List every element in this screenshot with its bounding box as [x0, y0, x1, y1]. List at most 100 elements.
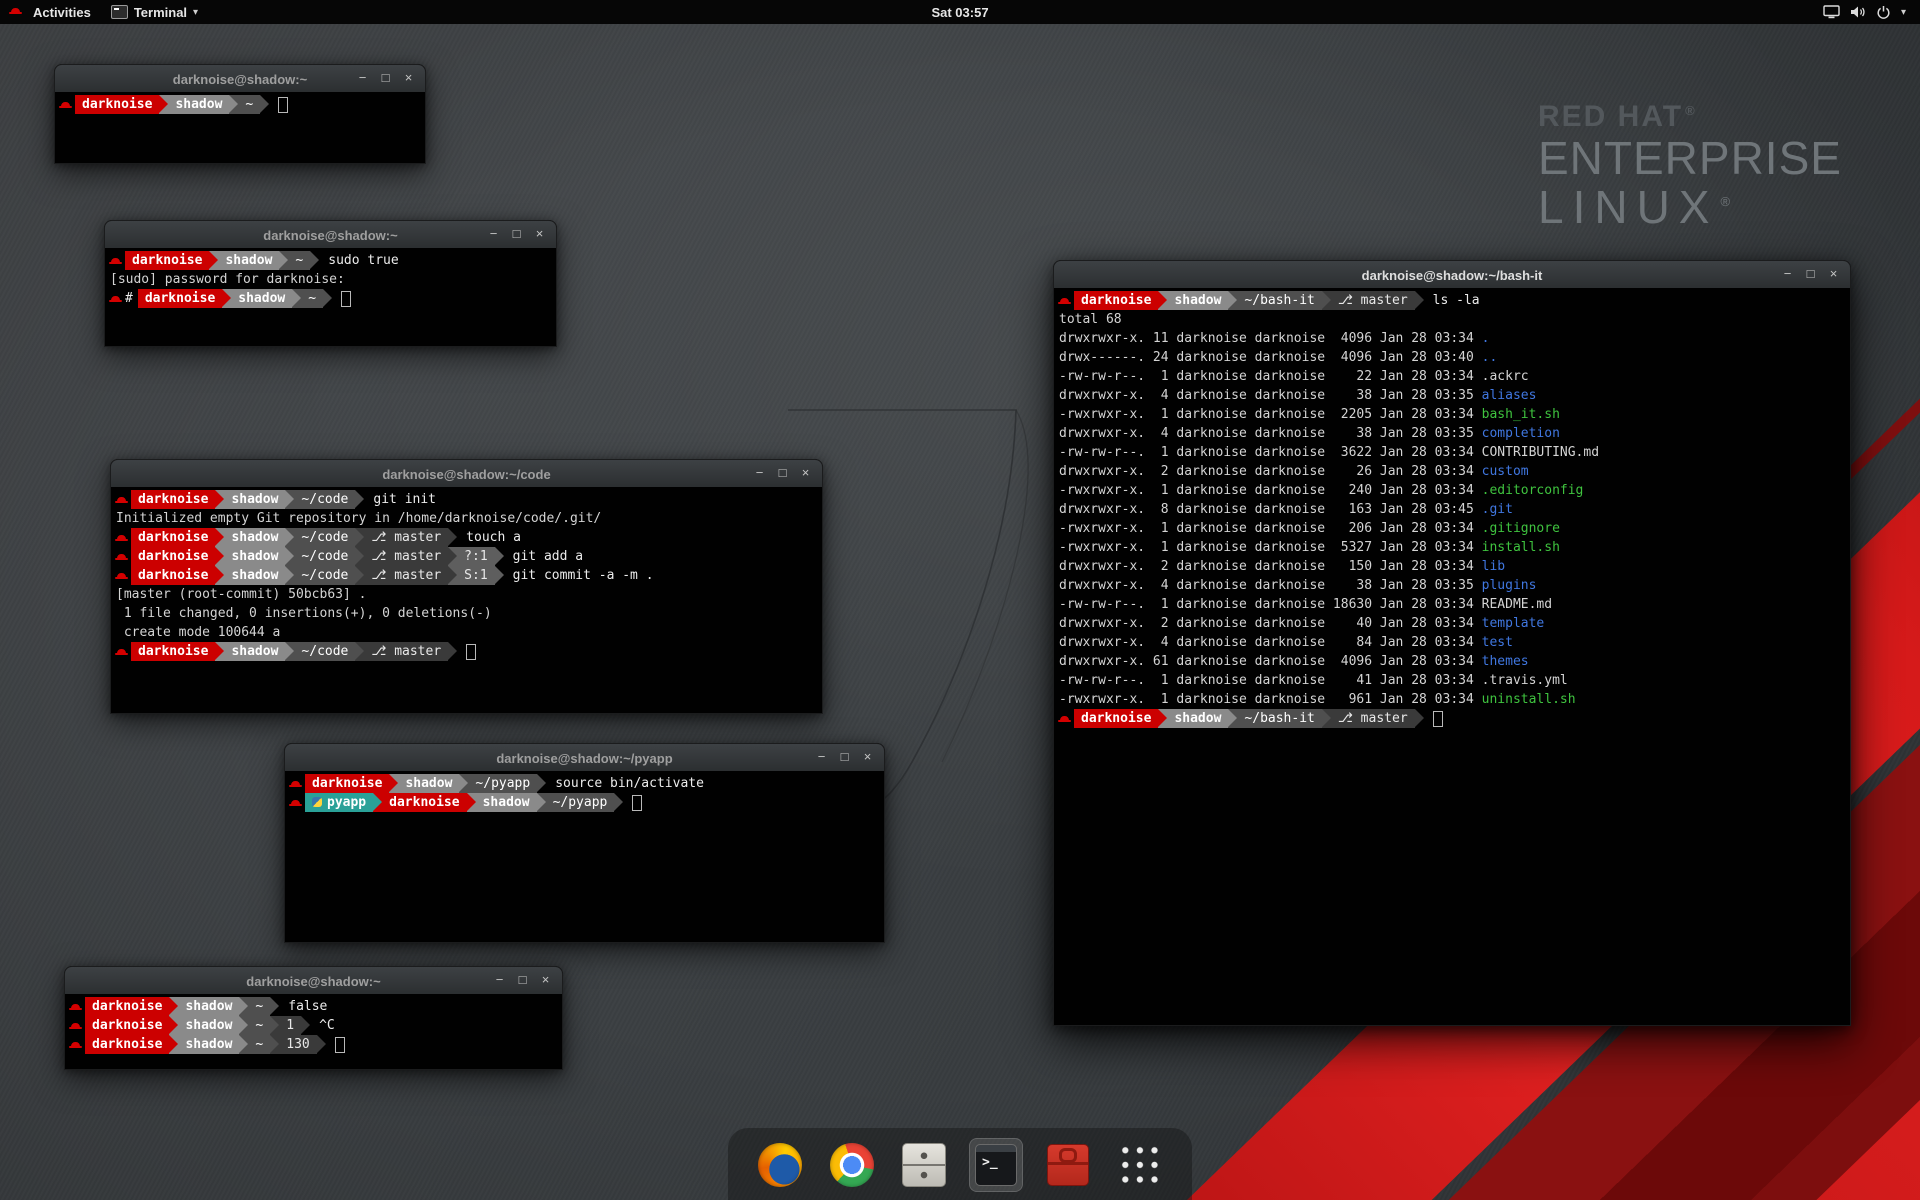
executable-name: uninstall.sh	[1482, 692, 1576, 707]
terminal-content[interactable]: darknoiseshadow~sudo true[sudo] password…	[104, 248, 557, 347]
terminal-content[interactable]: darknoiseshadow~/codegit initInitialized…	[110, 487, 823, 714]
terminal-content[interactable]: darknoiseshadow~/bash-it⎇ masterls -lato…	[1053, 288, 1851, 1026]
firefox-launcher[interactable]	[754, 1139, 806, 1191]
terminal-output-line: -rw-rw-r--. 1 darknoise darknoise 22 Jan…	[1059, 367, 1845, 386]
redhat-prompt-icon	[290, 774, 305, 793]
output-text: drwxrwxr-x. 4 darknoise darknoise 84 Jan…	[1059, 635, 1482, 650]
window-title: darknoise@shadow:~	[173, 72, 307, 87]
maximize-button[interactable]: □	[512, 970, 533, 991]
terminal-prompt-line: darknoiseshadow~/code⎇ master	[116, 642, 817, 661]
close-button[interactable]: ×	[1823, 264, 1844, 285]
minimize-button[interactable]: −	[811, 747, 832, 768]
minimize-button[interactable]: −	[1777, 264, 1798, 285]
system-status-area[interactable]: ▾	[1809, 0, 1920, 24]
prompt-segment-host: shadow	[398, 774, 459, 793]
minimize-button[interactable]: −	[483, 224, 504, 245]
prompt-segment-host: shadow	[1167, 709, 1228, 728]
close-button[interactable]: ×	[398, 68, 419, 89]
toolbox-launcher[interactable]	[1042, 1139, 1094, 1191]
prompt-segment-user: darknoise	[131, 566, 215, 585]
output-text: -rwxrwxr-x. 1 darknoise darknoise 240 Ja…	[1059, 483, 1482, 498]
directory-name: lib	[1482, 559, 1505, 574]
terminal-window: darknoise@shadow:~−□×darknoiseshadow~sud…	[104, 220, 557, 347]
maximize-button[interactable]: □	[375, 68, 396, 89]
dock: >_	[728, 1128, 1192, 1200]
powerline-arrow	[1228, 709, 1237, 728]
terminal-output-line: [sudo] password for darknoise:	[110, 270, 551, 289]
close-button[interactable]: ×	[535, 970, 556, 991]
terminal-content[interactable]: darknoiseshadow~	[54, 92, 426, 164]
output-text: -rwxrwxr-x. 1 darknoise darknoise 961 Ja…	[1059, 692, 1482, 707]
clock[interactable]: Sat 03:57	[931, 5, 988, 20]
volume-icon	[1850, 5, 1866, 19]
command-text: ^C	[319, 1018, 335, 1033]
prompt-segment-path: ~/code	[294, 490, 355, 509]
prompt-segment-branch: ⎇ master	[364, 547, 448, 566]
app-menu-terminal[interactable]: Terminal ▾	[101, 0, 208, 24]
maximize-button[interactable]: □	[834, 747, 855, 768]
terminal-launcher[interactable]: >_	[970, 1139, 1022, 1191]
prompt-segment-path: ~	[301, 289, 323, 308]
terminal-output-line: -rwxrwxr-x. 1 darknoise darknoise 206 Ja…	[1059, 519, 1845, 538]
powerline-arrow	[495, 547, 504, 566]
redhat-prompt-icon	[1059, 709, 1074, 728]
chrome-launcher[interactable]	[826, 1139, 878, 1191]
window-titlebar[interactable]: darknoise@shadow:~ −□×	[54, 64, 426, 94]
powerline-arrow	[222, 289, 231, 308]
close-button[interactable]: ×	[529, 224, 550, 245]
terminal-cursor	[278, 97, 288, 113]
powerline-arrow	[448, 566, 457, 585]
window-title: darknoise@shadow:~/pyapp	[496, 751, 672, 766]
output-text: -rw-rw-r--. 1 darknoise darknoise 22 Jan…	[1059, 369, 1482, 384]
command-text: git commit -a -m .	[513, 568, 654, 583]
powerline-arrow	[467, 793, 476, 812]
window-titlebar[interactable]: darknoise@shadow:~/pyapp −□×	[284, 743, 885, 773]
output-text: create mode 100644 a	[116, 625, 280, 640]
redhat-prompt-icon	[116, 566, 131, 585]
redhat-prompt-icon	[116, 490, 131, 509]
output-text: 1 file changed, 0 insertions(+), 0 delet…	[116, 606, 492, 621]
output-text: -rw-rw-r--. 1 darknoise darknoise 41 Jan…	[1059, 673, 1482, 688]
minimize-button[interactable]: −	[352, 68, 373, 89]
terminal-output-line: 1 file changed, 0 insertions(+), 0 delet…	[116, 604, 817, 623]
terminal-window: darknoise@shadow:~ −□× darknoiseshadow~	[54, 64, 426, 164]
output-text: -rw-rw-r--. 1 darknoise darknoise 18630 …	[1059, 597, 1482, 612]
terminal-content[interactable]: darknoiseshadow~falsedarknoiseshadow~1^C…	[64, 994, 563, 1070]
redhat-prompt-icon	[70, 1016, 85, 1035]
powerline-arrow	[239, 997, 248, 1016]
powerline-arrow	[215, 528, 224, 547]
maximize-button[interactable]: □	[1800, 264, 1821, 285]
output-text: .ackrc	[1482, 369, 1529, 384]
terminal-output-line: drwxrwxr-x. 4 darknoise darknoise 38 Jan…	[1059, 424, 1845, 443]
root-prompt-marker: #	[125, 291, 133, 306]
window-titlebar[interactable]: darknoise@shadow:~/bash-it−□×	[1053, 260, 1851, 290]
powerline-arrow	[1322, 291, 1331, 310]
prompt-segment-branch: ⎇ master	[1331, 709, 1415, 728]
files-launcher[interactable]	[898, 1139, 950, 1191]
activities-button[interactable]: Activities	[0, 0, 101, 24]
terminal-window: darknoise@shadow:~/code−□× darknoiseshado…	[110, 459, 823, 714]
maximize-button[interactable]: □	[772, 463, 793, 484]
terminal-prompt-line: darknoiseshadow~1^C	[70, 1016, 557, 1035]
executable-name: .editorconfig	[1482, 483, 1584, 498]
power-icon	[1876, 5, 1891, 20]
window-titlebar[interactable]: darknoise@shadow:~−□×	[104, 220, 557, 250]
powerline-arrow	[448, 547, 457, 566]
terminal-prompt-line: darknoiseshadow~/code⎇ masterS:1git comm…	[116, 566, 817, 585]
close-button[interactable]: ×	[857, 747, 878, 768]
app-grid-launcher[interactable]	[1114, 1139, 1166, 1191]
maximize-button[interactable]: □	[506, 224, 527, 245]
prompt-segment-path: ~/code	[294, 566, 355, 585]
window-titlebar[interactable]: darknoise@shadow:~/code−□×	[110, 459, 823, 489]
command-text: git init	[373, 492, 436, 507]
window-titlebar[interactable]: darknoise@shadow:~−□×	[64, 966, 563, 996]
minimize-button[interactable]: −	[749, 463, 770, 484]
redhat-prompt-icon	[110, 289, 125, 308]
close-button[interactable]: ×	[795, 463, 816, 484]
powerline-arrow	[323, 289, 332, 308]
prompt-segment-path: ~/code	[294, 547, 355, 566]
prompt-segment-host: shadow	[231, 289, 292, 308]
powerline-arrow	[169, 1035, 178, 1054]
terminal-content[interactable]: darknoiseshadow~/pyappsource bin/activat…	[284, 771, 885, 943]
minimize-button[interactable]: −	[489, 970, 510, 991]
